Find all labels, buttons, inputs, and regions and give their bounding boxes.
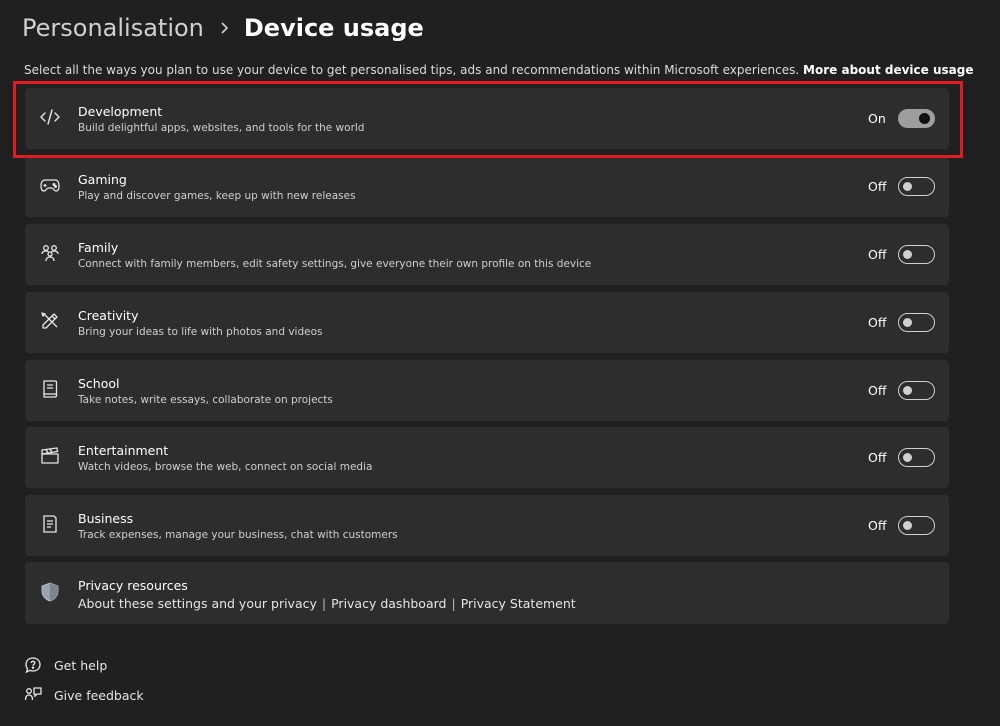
notebook-icon	[39, 378, 61, 400]
feedback-icon	[24, 686, 42, 704]
toggle-state-label: Off	[868, 383, 887, 398]
card-entertainment: Entertainment Watch videos, browse the w…	[25, 427, 949, 488]
intro-description: Select all the ways you plan to use your…	[24, 63, 800, 77]
entertainment-toggle[interactable]	[898, 448, 935, 467]
toggle-knob	[903, 386, 912, 395]
toggle-knob	[903, 318, 912, 327]
help-chat-icon	[24, 656, 42, 674]
gamepad-icon	[39, 174, 61, 196]
card-development: Development Build delightful apps, websi…	[25, 88, 949, 149]
item-title: Development	[78, 104, 163, 119]
card-business: Business Track expenses, manage your bus…	[25, 495, 949, 556]
toggle-state-label: Off	[868, 450, 887, 465]
toggle-state-label: Off	[868, 315, 887, 330]
item-description: Track expenses, manage your business, ch…	[78, 529, 398, 541]
give-feedback-label: Give feedback	[54, 687, 144, 703]
item-description: Play and discover games, keep up with ne…	[78, 190, 356, 202]
privacy-dashboard-link[interactable]: Privacy dashboard	[331, 596, 446, 611]
toggle-state-label: Off	[868, 247, 887, 262]
item-description: Build delightful apps, websites, and too…	[78, 122, 365, 134]
brush-pencil-icon	[39, 310, 61, 332]
link-separator: |	[321, 596, 327, 611]
privacy-statement-link[interactable]: Privacy Statement	[461, 596, 576, 611]
toggle-state-label: Off	[868, 179, 887, 194]
page-title: Device usage	[243, 14, 424, 42]
settings-page: Personalisation Device usage Select all …	[0, 0, 1000, 726]
family-icon	[39, 242, 61, 264]
toggle-knob	[919, 113, 930, 124]
toggle-state-label: On	[868, 111, 886, 126]
clapperboard-icon	[39, 445, 61, 467]
toggle-knob	[903, 182, 912, 191]
gaming-toggle[interactable]	[898, 177, 935, 196]
document-icon	[39, 513, 61, 535]
business-toggle[interactable]	[898, 516, 935, 535]
school-toggle[interactable]	[898, 381, 935, 400]
card-gaming: Gaming Play and discover games, keep up …	[25, 156, 949, 217]
get-help-link[interactable]: Get help	[24, 655, 107, 675]
item-title: School	[78, 376, 120, 391]
development-toggle[interactable]	[898, 109, 935, 128]
family-toggle[interactable]	[898, 245, 935, 264]
get-help-label: Get help	[54, 657, 108, 673]
card-school: School Take notes, write essays, collabo…	[25, 360, 949, 421]
more-about-device-usage-link[interactable]: More about device usage	[803, 63, 973, 77]
about-settings-privacy-link[interactable]: About these settings and your privacy	[78, 596, 317, 611]
card-creativity: Creativity Bring your ideas to life with…	[25, 292, 949, 353]
breadcrumb-personalisation[interactable]: Personalisation	[22, 14, 204, 42]
item-title: Entertainment	[78, 443, 169, 458]
toggle-knob	[903, 453, 912, 462]
item-title: Creativity	[78, 308, 139, 323]
item-description: Take notes, write essays, collaborate on…	[78, 394, 333, 406]
shield-icon	[39, 581, 61, 603]
item-title: Gaming	[78, 172, 127, 187]
item-description: Bring your ideas to life with photos and…	[78, 326, 323, 338]
privacy-links: About these settings and your privacy | …	[78, 596, 576, 611]
creativity-toggle[interactable]	[898, 313, 935, 332]
link-separator: |	[451, 596, 456, 611]
toggle-knob	[903, 521, 912, 530]
item-title: Business	[78, 511, 134, 526]
card-privacy-resources: Privacy resources About these settings a…	[25, 562, 949, 624]
intro-text: Select all the ways you plan to use your…	[24, 63, 984, 77]
chevron-right-icon	[204, 10, 244, 46]
item-description: Connect with family members, edit safety…	[78, 258, 592, 270]
give-feedback-link[interactable]: Give feedback	[24, 685, 144, 705]
item-description: Watch videos, browse the web, connect on…	[78, 461, 373, 473]
card-family: Family Connect with family members, edit…	[25, 224, 949, 285]
code-icon	[39, 106, 61, 128]
toggle-state-label: Off	[868, 518, 887, 533]
privacy-title: Privacy resources	[78, 578, 188, 593]
toggle-knob	[903, 250, 912, 259]
item-title: Family	[78, 240, 119, 255]
breadcrumb: Personalisation Device usage	[22, 10, 424, 46]
